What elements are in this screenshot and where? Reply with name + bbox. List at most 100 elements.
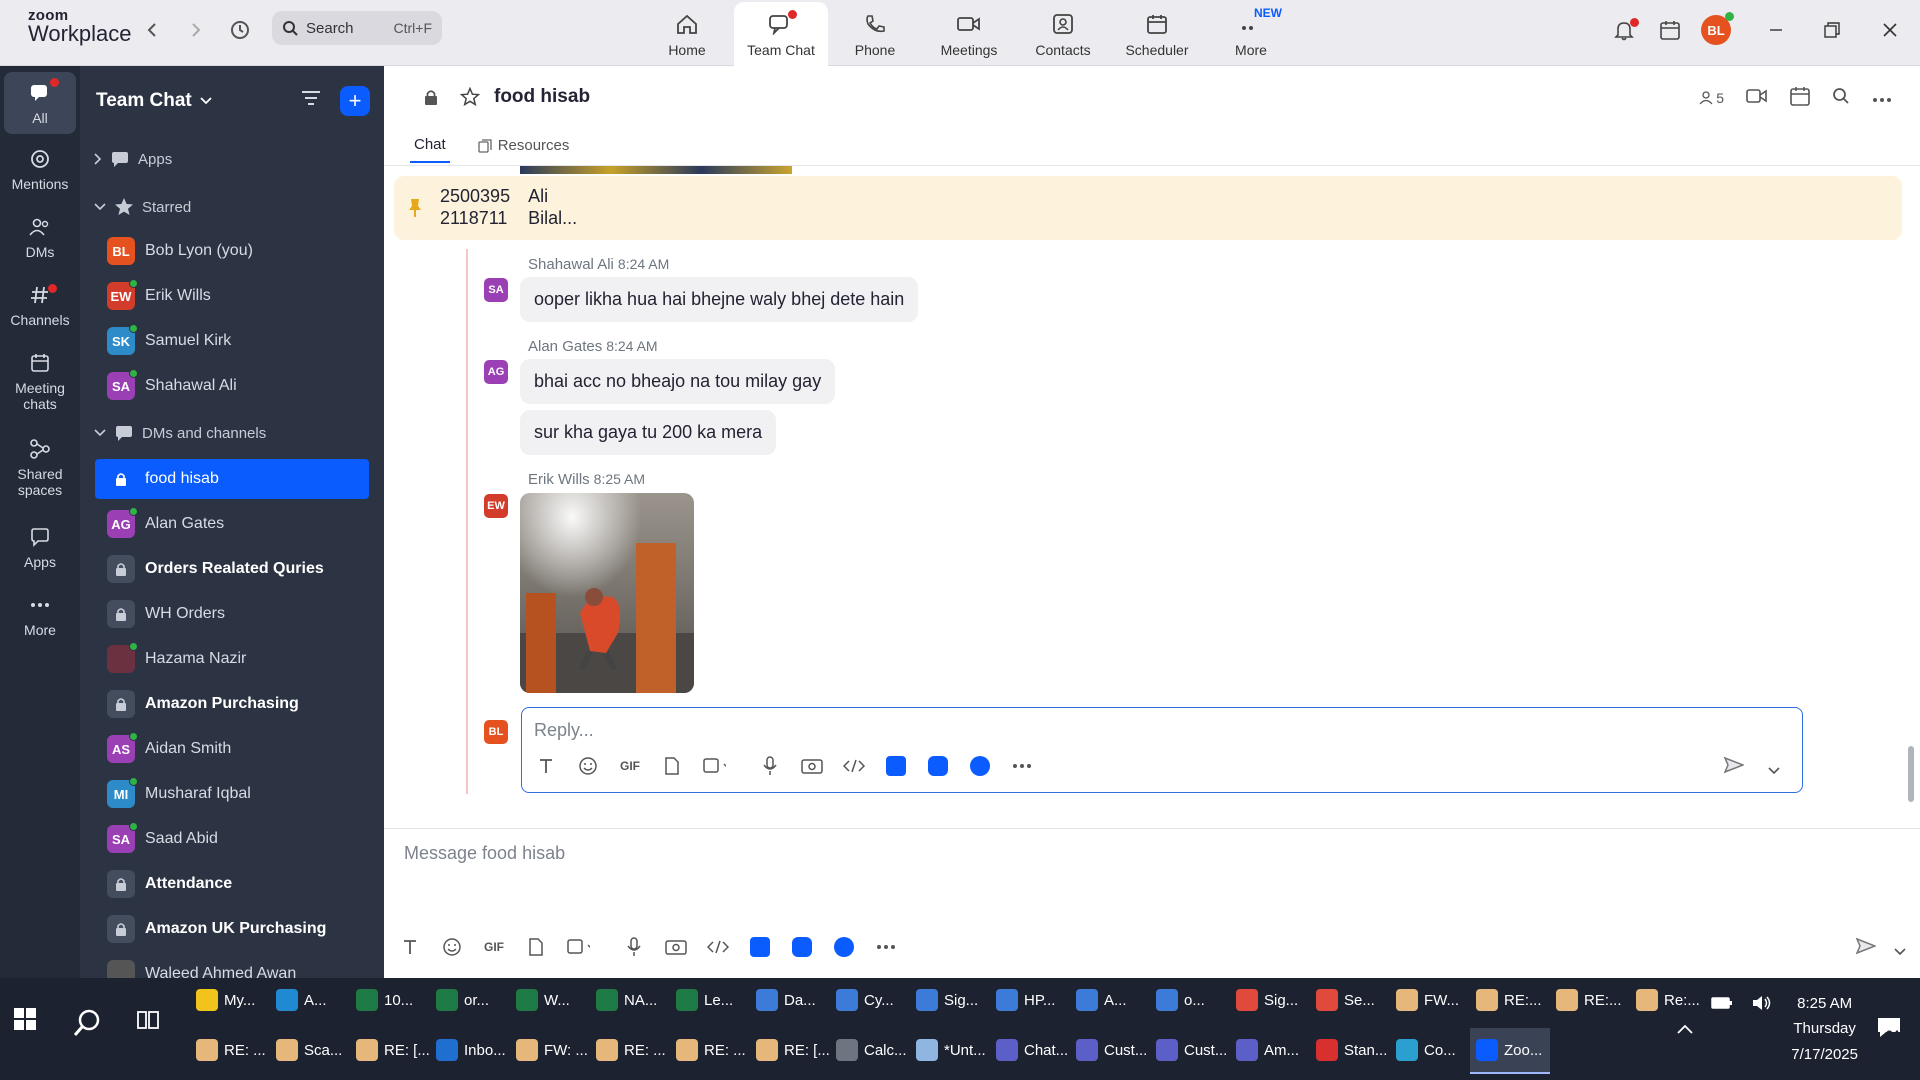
taskbar-clock[interactable]: 8:25 AM Thursday 7/17/2025: [1791, 991, 1858, 1068]
taskbar-app[interactable]: Cy...: [830, 978, 910, 1024]
members-button[interactable]: 5: [1699, 90, 1724, 106]
nav-contacts[interactable]: Contacts: [1016, 0, 1110, 66]
file-icon[interactable]: [524, 935, 548, 959]
user-avatar[interactable]: BL: [1696, 12, 1736, 46]
taskbar-app[interactable]: RE: ...: [670, 1028, 750, 1074]
text-format-icon[interactable]: [534, 754, 558, 778]
starred-item[interactable]: SA Shahawal Ali: [95, 366, 369, 406]
scrollbar[interactable]: [1908, 746, 1914, 802]
section-apps[interactable]: Apps: [94, 150, 172, 168]
file-icon[interactable]: [660, 754, 684, 778]
taskbar-app[interactable]: Sca...: [270, 1028, 350, 1074]
forward-icon[interactable]: [180, 14, 212, 46]
app-icon-2[interactable]: [790, 935, 814, 959]
rail-more[interactable]: More: [0, 592, 80, 638]
battery-icon[interactable]: [1711, 996, 1733, 1014]
pinned-message[interactable]: 2500395 2118711 Ali Bilal...: [394, 176, 1902, 240]
taskbar-app[interactable]: Sig...: [1230, 978, 1310, 1024]
tab-resources[interactable]: Resources: [474, 136, 574, 163]
message-bubble[interactable]: sur kha gaya tu 200 ka mera: [520, 410, 777, 455]
nav-home[interactable]: Home: [640, 0, 734, 66]
more-options-icon[interactable]: [1872, 90, 1892, 106]
avatar[interactable]: AG: [484, 360, 508, 384]
task-view-icon[interactable]: [136, 1008, 160, 1036]
taskbar-app[interactable]: Calc...: [830, 1028, 910, 1074]
video-message-icon[interactable]: [800, 754, 824, 778]
rail-shared-spaces[interactable]: Shared spaces: [0, 436, 80, 498]
message-bubble[interactable]: ooper likha hua hai bhejne waly bhej det…: [520, 277, 919, 322]
channel-item-food-hisab[interactable]: food hisab: [95, 459, 369, 499]
dm-item[interactable]: Waleed Ahmed Awan: [95, 954, 369, 978]
taskbar-app[interactable]: Sig...: [910, 978, 990, 1024]
windows-start-icon[interactable]: [14, 1008, 36, 1034]
sender-name[interactable]: Erik Wills: [528, 471, 590, 488]
taskbar-app[interactable]: Chat...: [990, 1028, 1070, 1074]
rail-dms[interactable]: DMs: [0, 214, 80, 260]
code-icon[interactable]: [842, 754, 866, 778]
dm-item[interactable]: SA Saad Abid: [95, 819, 369, 859]
rail-meeting-chats[interactable]: Meeting chats: [0, 350, 80, 412]
taskbar-app[interactable]: FW...: [1390, 978, 1470, 1024]
rail-mentions[interactable]: Mentions: [0, 146, 80, 192]
send-icon[interactable]: [1723, 756, 1746, 779]
taskbar-app[interactable]: Cust...: [1070, 1028, 1150, 1074]
nav-meetings[interactable]: Meetings: [922, 0, 1016, 66]
rail-apps[interactable]: Apps: [0, 524, 80, 570]
microphone-icon[interactable]: [622, 935, 646, 959]
screenshot-icon[interactable]: [702, 754, 726, 778]
screenshot-icon[interactable]: [566, 935, 590, 959]
taskbar-app[interactable]: 10...: [350, 978, 430, 1024]
dm-item[interactable]: MI Musharaf Iqbal: [95, 774, 369, 814]
taskbar-app[interactable]: Stan...: [1310, 1028, 1390, 1074]
sender-name[interactable]: Alan Gates: [528, 338, 602, 355]
notification-center-icon[interactable]: 24: [1876, 1016, 1902, 1042]
bell-icon[interactable]: [1604, 14, 1644, 46]
app-icon-3[interactable]: [968, 754, 992, 778]
reply-box[interactable]: Reply... GIF: [521, 707, 1803, 793]
app-icon-1[interactable]: [884, 754, 908, 778]
video-message-icon[interactable]: [664, 935, 688, 959]
taskbar-app[interactable]: HP...: [990, 978, 1070, 1024]
text-format-icon[interactable]: [398, 935, 422, 959]
nav-team-chat[interactable]: Team Chat: [734, 2, 828, 66]
search-box[interactable]: Search Ctrl+F: [272, 11, 442, 45]
channel-item[interactable]: Attendance: [95, 864, 369, 904]
filter-icon[interactable]: [300, 88, 322, 113]
avatar[interactable]: EW: [484, 494, 508, 518]
gif-icon[interactable]: GIF: [618, 754, 642, 778]
taskbar-app[interactable]: A...: [270, 978, 350, 1024]
taskbar-app[interactable]: Am...: [1230, 1028, 1310, 1074]
channel-item[interactable]: Amazon Purchasing: [95, 684, 369, 724]
more-icon[interactable]: [1010, 754, 1034, 778]
speaker-icon[interactable]: [1751, 994, 1773, 1016]
chevron-down-icon[interactable]: [1768, 762, 1780, 780]
close-button[interactable]: [1870, 14, 1910, 46]
reply-input[interactable]: Reply...: [534, 720, 594, 741]
avatar[interactable]: SA: [484, 278, 508, 302]
taskbar-app[interactable]: RE: ...: [590, 1028, 670, 1074]
taskbar-search-icon[interactable]: [72, 1008, 102, 1042]
chevron-down-icon[interactable]: [1894, 943, 1906, 961]
video-icon[interactable]: [1746, 88, 1768, 107]
restore-button[interactable]: [1812, 14, 1852, 46]
minimize-button[interactable]: [1756, 14, 1796, 46]
app-icon-3[interactable]: [832, 935, 856, 959]
section-dms-channels[interactable]: DMs and channels: [94, 424, 266, 442]
taskbar-app[interactable]: RE: [...: [750, 1028, 830, 1074]
emoji-icon[interactable]: [440, 935, 464, 959]
taskbar-app[interactable]: Da...: [750, 978, 830, 1024]
more-icon[interactable]: [874, 935, 898, 959]
taskbar-app[interactable]: Inbo...: [430, 1028, 510, 1074]
taskbar-app[interactable]: Zoo...: [1470, 1028, 1550, 1074]
taskbar-app[interactable]: NA...: [590, 978, 670, 1024]
send-icon[interactable]: [1855, 937, 1878, 960]
taskbar-app[interactable]: FW: ...: [510, 1028, 590, 1074]
nav-more[interactable]: NEW More: [1204, 0, 1298, 66]
taskbar-app[interactable]: RE:...: [1550, 978, 1630, 1024]
starred-item[interactable]: SK Samuel Kirk: [95, 321, 369, 361]
taskbar-app[interactable]: or...: [430, 978, 510, 1024]
taskbar-app[interactable]: My...: [190, 978, 270, 1024]
gif-icon[interactable]: GIF: [482, 935, 506, 959]
taskbar-app[interactable]: RE:...: [1470, 978, 1550, 1024]
taskbar-app[interactable]: A...: [1070, 978, 1150, 1024]
